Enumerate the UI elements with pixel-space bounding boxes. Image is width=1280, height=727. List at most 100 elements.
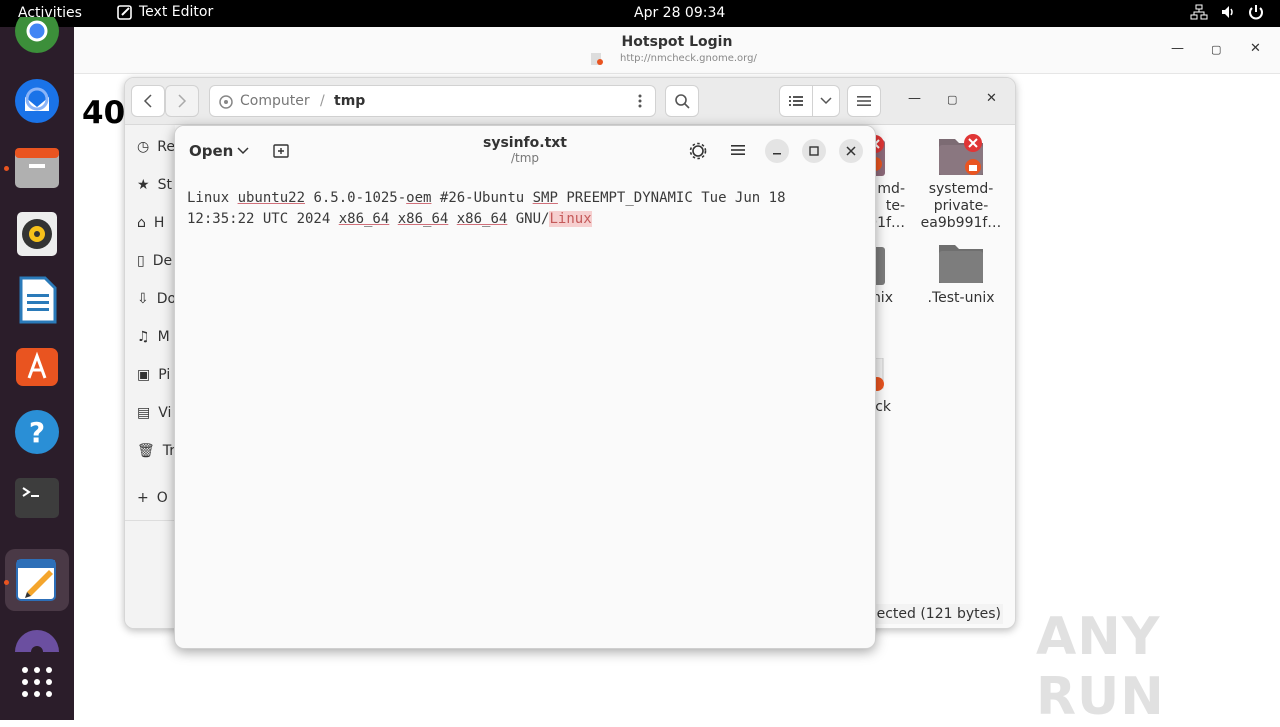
text-run: #26-Ubuntu xyxy=(431,190,533,206)
vertical-dots-icon xyxy=(638,94,642,108)
text-run: Linux xyxy=(187,190,238,206)
downloads-icon: ⇩ xyxy=(137,291,149,307)
volume-icon xyxy=(1222,6,1233,18)
close-icon xyxy=(846,146,856,156)
sidebar-item-starred[interactable]: ★ St xyxy=(137,177,172,193)
search-button[interactable] xyxy=(665,85,699,117)
settings-gear-icon[interactable] xyxy=(689,142,707,160)
folder-icon[interactable] xyxy=(937,243,985,285)
maximize-icon[interactable]: ▢ xyxy=(1211,43,1221,56)
text-run: 6.5.0-1025- xyxy=(305,190,407,206)
text-run: GNU/ xyxy=(507,211,550,227)
files-icon[interactable] xyxy=(13,144,61,192)
text-run: PREEMPT_DYNAMIC Tue Jun 18 xyxy=(557,190,786,206)
maximize-icon[interactable]: ▢ xyxy=(947,93,957,106)
file-label-line: systemd- xyxy=(928,181,994,197)
svg-text:?: ? xyxy=(29,416,45,449)
drive-icon xyxy=(219,95,233,109)
chevron-down-icon xyxy=(820,97,832,105)
status-bar: elected (121 bytes) xyxy=(862,604,1003,624)
main-menu-button[interactable] xyxy=(847,85,881,117)
hotspot-title: Hotspot Login xyxy=(621,34,733,50)
minimize-icon[interactable]: — xyxy=(1171,41,1184,56)
misspelled-word: SMP xyxy=(532,190,558,206)
sidebar-divider xyxy=(125,520,175,521)
page-icon xyxy=(591,53,603,65)
app-center-icon[interactable] xyxy=(13,342,61,390)
sidebar-item-label: O xyxy=(156,490,168,506)
minimize-icon[interactable]: — xyxy=(908,91,921,106)
text-content-area[interactable]: Linux ubuntu22 6.5.0-1025-oem #26-Ubuntu… xyxy=(187,188,857,230)
dock: ? xyxy=(0,9,74,720)
app-menu-label: Text Editor xyxy=(139,4,214,20)
chevron-right-icon xyxy=(178,94,187,108)
view-options-button[interactable] xyxy=(812,85,840,117)
maximize-icon xyxy=(809,146,819,156)
home-icon: ⌂ xyxy=(137,215,146,231)
libreoffice-writer-icon[interactable] xyxy=(13,276,61,324)
view-list-button[interactable] xyxy=(779,85,813,117)
terminal-icon[interactable] xyxy=(13,474,61,522)
sidebar-item-downloads[interactable]: ⇩ Do xyxy=(137,291,176,307)
path-separator: / xyxy=(320,93,325,109)
app-menu[interactable]: Text Editor xyxy=(117,4,213,20)
sidebar-item-music[interactable]: ♫ M xyxy=(137,329,170,345)
chrome-icon[interactable] xyxy=(13,9,61,65)
hamburger-icon[interactable] xyxy=(731,144,745,156)
misspelled-word: x86_64 xyxy=(456,211,508,227)
file-label-line: private- xyxy=(933,198,989,214)
help-icon[interactable]: ? xyxy=(13,408,61,456)
sidebar-item-label: Vi xyxy=(158,405,172,421)
hotspot-content-heading: 40 xyxy=(82,95,126,131)
sidebar-item-label: Pi xyxy=(158,367,171,383)
file-item-label[interactable]: .Test-unix xyxy=(915,290,1007,307)
minimize-button[interactable] xyxy=(765,139,789,163)
forward-button[interactable] xyxy=(165,85,199,117)
sidebar-item-documents[interactable]: ▯ De xyxy=(137,253,172,269)
sidebar-item-trash[interactable]: 🗑 Tr xyxy=(137,443,175,459)
music-icon: ♫ xyxy=(137,329,150,345)
running-indicator xyxy=(4,166,9,171)
path-segment-computer[interactable]: Computer xyxy=(240,93,310,109)
sidebar-item-videos[interactable]: ▤ Vi xyxy=(137,405,171,421)
trash-icon: 🗑 xyxy=(137,443,155,459)
files-toolbar: Computer / tmp — ▢ ✕ xyxy=(125,78,1015,125)
rhythmbox-icon[interactable] xyxy=(13,210,61,258)
sidebar-item-other-locations[interactable]: + O xyxy=(137,490,168,506)
plus-icon: + xyxy=(137,490,149,506)
documents-icon: ▯ xyxy=(137,253,145,269)
misspelled-word: oem xyxy=(406,190,432,206)
sidebar-item-home[interactable]: ⌂ H xyxy=(137,215,164,231)
pictures-icon: ▣ xyxy=(137,367,151,383)
clock[interactable]: Apr 28 09:34 xyxy=(634,5,725,21)
system-tray[interactable] xyxy=(1190,4,1264,20)
sidebar-item-label: De xyxy=(152,253,173,269)
text-run xyxy=(389,211,397,227)
editor-headerbar: Open sysinfo.txt /tmp xyxy=(175,126,875,176)
misspelled-word: x86_64 xyxy=(397,211,449,227)
path-bar[interactable]: Computer / tmp xyxy=(209,85,656,117)
sidebar-item-recent[interactable]: ◷ Re xyxy=(137,139,175,155)
sidebar-item-label: H xyxy=(153,215,165,231)
back-button[interactable] xyxy=(131,85,165,117)
close-icon[interactable]: ✕ xyxy=(986,91,997,106)
text-editor-icon[interactable] xyxy=(13,556,61,604)
path-menu-button[interactable] xyxy=(623,85,657,117)
close-button[interactable] xyxy=(839,139,863,163)
power-icon xyxy=(1249,5,1263,20)
path-segment-tmp[interactable]: tmp xyxy=(334,93,365,109)
thunderbird-icon[interactable] xyxy=(13,77,61,125)
show-apps-icon[interactable] xyxy=(13,658,61,706)
top-bar: Activities Text Editor Apr 28 09:34 xyxy=(0,0,1280,27)
text-run xyxy=(448,211,456,227)
close-icon[interactable]: ✕ xyxy=(1250,41,1261,56)
file-item-label[interactable]: systemd- private- ea9b991f… xyxy=(915,181,1007,232)
star-icon: ★ xyxy=(137,177,150,193)
files-sidebar: ◷ Re ★ St ⌂ H ▯ De ⇩ Do ♫ M ▣ Pi ▤ Vi 🗑 Tr + O xyxy=(125,125,176,628)
running-indicator xyxy=(4,580,9,585)
folder-locked-icon[interactable] xyxy=(937,133,985,177)
network-icon xyxy=(1190,4,1208,20)
sidebar-item-pictures[interactable]: ▣ Pi xyxy=(137,367,170,383)
maximize-button[interactable] xyxy=(802,139,826,163)
videos-icon: ▤ xyxy=(137,405,151,421)
